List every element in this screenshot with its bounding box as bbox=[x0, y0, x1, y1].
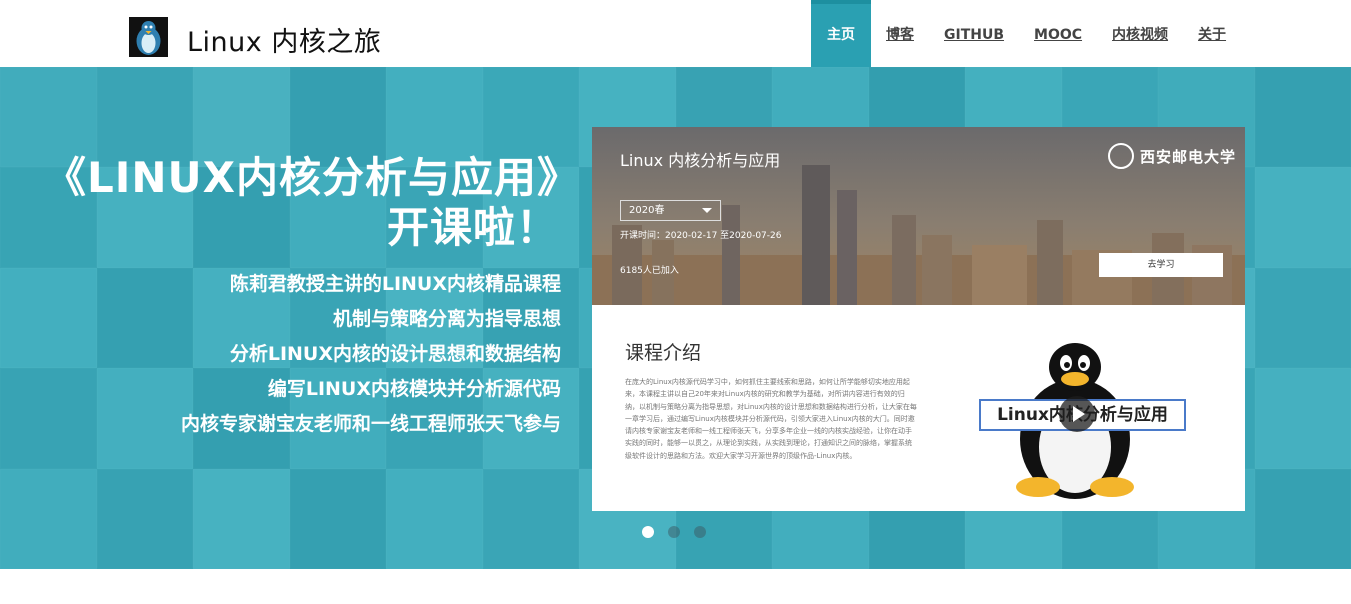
carousel-dot-2[interactable] bbox=[668, 526, 680, 538]
carousel-dot-1[interactable] bbox=[642, 526, 654, 538]
hero-carousel: 《LINUX内核分析与应用》开课啦！ 陈莉君教授主讲的LINUX内核精品课程 机… bbox=[0, 67, 1351, 569]
school-name: 西安邮电大学 bbox=[1140, 147, 1237, 166]
hero-bullet: 机制与策略分离为指导思想 bbox=[332, 308, 561, 330]
school-seal-icon bbox=[1108, 143, 1134, 169]
nav-item-about[interactable]: 关于 bbox=[1183, 0, 1241, 67]
course-dates: 开课时间：2020-02-17 至2020-07-26 bbox=[620, 231, 782, 241]
hero-bullet: 内核专家谢宝友老师和一线工程师张天飞参与 bbox=[180, 413, 561, 435]
carousel-dot-3[interactable] bbox=[694, 526, 706, 538]
learn-button[interactable]: 去学习 bbox=[1099, 253, 1223, 277]
play-icon[interactable] bbox=[1059, 396, 1095, 432]
hero-bullet: 编写LINUX内核模块并分析源代码 bbox=[267, 378, 561, 400]
course-promo-video[interactable]: Linux内核分析与应用 bbox=[932, 339, 1218, 501]
tux-penguin-icon[interactable] bbox=[129, 17, 168, 57]
site-title[interactable]: Linux 内核之旅 bbox=[187, 20, 381, 59]
school-logo: 西安邮电大学 bbox=[1108, 143, 1236, 169]
hero-bullet: 分析LINUX内核的设计思想和数据结构 bbox=[229, 343, 561, 365]
carousel-dots bbox=[642, 526, 706, 538]
hero-bullet-list: 陈莉君教授主讲的LINUX内核精品课程 机制与策略分离为指导思想 分析LINUX… bbox=[181, 267, 561, 442]
course-card-banner: Linux 内核分析与应用 西安邮电大学 2020春 开课时间：2020-02-… bbox=[592, 127, 1245, 305]
course-intro-title: 课程介绍 bbox=[625, 342, 702, 364]
nav-item-mooc[interactable]: MOOC bbox=[1019, 0, 1097, 67]
term-select[interactable]: 2020春 bbox=[620, 200, 721, 221]
hero-headline: 《LINUX内核分析与应用》开课啦！ bbox=[43, 153, 559, 252]
course-card[interactable]: Linux 内核分析与应用 西安邮电大学 2020春 开课时间：2020-02-… bbox=[592, 127, 1245, 511]
nav-item-home[interactable]: 主页 bbox=[811, 0, 871, 67]
nav-item-github[interactable]: GITHUB bbox=[929, 0, 1019, 67]
nav-item-kernel-video[interactable]: 内核视频 bbox=[1097, 0, 1183, 67]
course-title: Linux 内核分析与应用 bbox=[620, 151, 781, 170]
main-nav: 主页 博客 GITHUB MOOC 内核视频 关于 bbox=[811, 0, 1241, 67]
course-intro-text: 在庞大的Linux内核源代码学习中，如何抓住主要线索和思路，如何让所学能够切实地… bbox=[625, 378, 917, 460]
chevron-down-icon bbox=[702, 208, 712, 213]
site-header: Linux 内核之旅 主页 博客 GITHUB MOOC 内核视频 关于 bbox=[0, 0, 1351, 67]
nav-item-blog[interactable]: 博客 bbox=[871, 0, 929, 67]
term-select-value: 2020春 bbox=[629, 205, 665, 216]
course-joined-count: 6185人已加入 bbox=[620, 266, 679, 276]
hero-bullet: 陈莉君教授主讲的LINUX内核精品课程 bbox=[229, 273, 561, 295]
